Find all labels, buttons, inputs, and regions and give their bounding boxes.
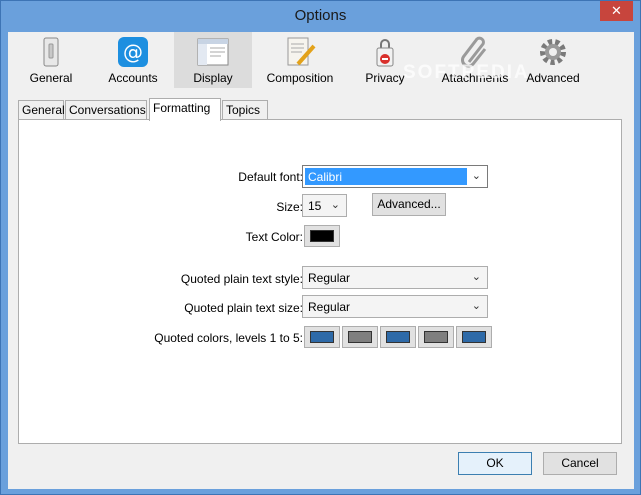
toolbar-item-composition[interactable]: Composition	[258, 32, 342, 88]
chevron-down-icon: ⌄	[471, 300, 481, 312]
lock-tag-icon	[376, 39, 394, 67]
gear-icon	[540, 39, 566, 65]
quoted-size-label: Quoted plain text size:	[184, 301, 303, 315]
default-font-value: Calibri	[305, 168, 467, 185]
toolbar-item-display[interactable]: Display	[174, 32, 252, 88]
size-value: 15	[308, 199, 322, 213]
quoted-color-level-4-button[interactable]	[418, 326, 454, 348]
at-icon: @	[118, 37, 148, 67]
quoted-color-swatch	[386, 331, 410, 343]
default-font-select[interactable]: Calibri ⌄	[302, 165, 488, 188]
quoted-color-level-3-button[interactable]	[380, 326, 416, 348]
quoted-style-select[interactable]: Regular ⌄	[302, 266, 488, 289]
cancel-button[interactable]: Cancel	[543, 452, 617, 475]
chevron-down-icon: ⌄	[471, 170, 481, 182]
quoted-style-label: Quoted plain text style:	[180, 272, 303, 286]
default-font-label: Default font:	[238, 170, 303, 184]
quoted-style-value: Regular	[308, 271, 351, 285]
chevron-down-icon: ⌄	[330, 199, 340, 211]
tab-general[interactable]: General	[18, 100, 65, 120]
quoted-size-value: Regular	[308, 300, 351, 314]
quoted-color-level-1-button[interactable]	[304, 326, 340, 348]
size-label: Size:	[276, 200, 303, 214]
dialog-footer: OK Cancel	[8, 444, 634, 489]
quoted-color-level-2-button[interactable]	[342, 326, 378, 348]
quoted-color-swatch	[348, 331, 372, 343]
tab-formatting[interactable]: Formatting	[149, 98, 221, 121]
text-color-button[interactable]	[304, 225, 340, 247]
ok-button[interactable]: OK	[458, 452, 532, 475]
toolbar-item-accounts[interactable]: @ Accounts	[94, 32, 172, 88]
chevron-down-icon: ⌄	[471, 271, 481, 283]
switch-icon	[43, 37, 59, 67]
quoted-colors-label: Quoted colors, levels 1 to 5:	[154, 331, 303, 345]
quoted-color-swatch	[462, 331, 486, 343]
window-title: Options	[294, 7, 347, 24]
toolbar-label: Composition	[266, 71, 334, 85]
formatting-panel: Default font: Calibri ⌄ Size: 15 ⌄ Advan…	[18, 119, 622, 444]
display-window-icon	[197, 38, 229, 66]
toolbar-item-general[interactable]: General	[12, 32, 90, 88]
paper-pen-icon	[287, 37, 316, 66]
quoted-color-level-5-button[interactable]	[456, 326, 492, 348]
toolbar-label: Accounts	[108, 71, 158, 85]
size-select[interactable]: 15 ⌄	[302, 194, 347, 217]
quoted-color-swatch	[310, 331, 334, 343]
text-color-label: Text Color:	[245, 230, 303, 244]
toolbar-label: Display	[193, 71, 233, 85]
tab-topics[interactable]: Topics	[222, 100, 268, 120]
watermark: SOFTPEDIA	[403, 62, 530, 83]
toolbar-label: General	[29, 71, 73, 85]
tab-conversations[interactable]: Conversations	[65, 100, 147, 120]
options-window: Options ✕ General @ Accounts Display Com…	[0, 0, 641, 495]
dialog-client: General @ Accounts Display Composition P…	[8, 32, 634, 489]
quoted-color-swatch	[424, 331, 448, 343]
text-color-swatch	[310, 230, 334, 242]
quoted-size-select[interactable]: Regular ⌄	[302, 295, 488, 318]
close-button[interactable]: ✕	[600, 1, 633, 21]
title-bar[interactable]: Options ✕	[1, 1, 640, 32]
advanced-font-button[interactable]: Advanced...	[372, 193, 446, 216]
svg-text:@: @	[123, 40, 143, 64]
category-toolbar: General @ Accounts Display Composition P…	[8, 32, 634, 88]
